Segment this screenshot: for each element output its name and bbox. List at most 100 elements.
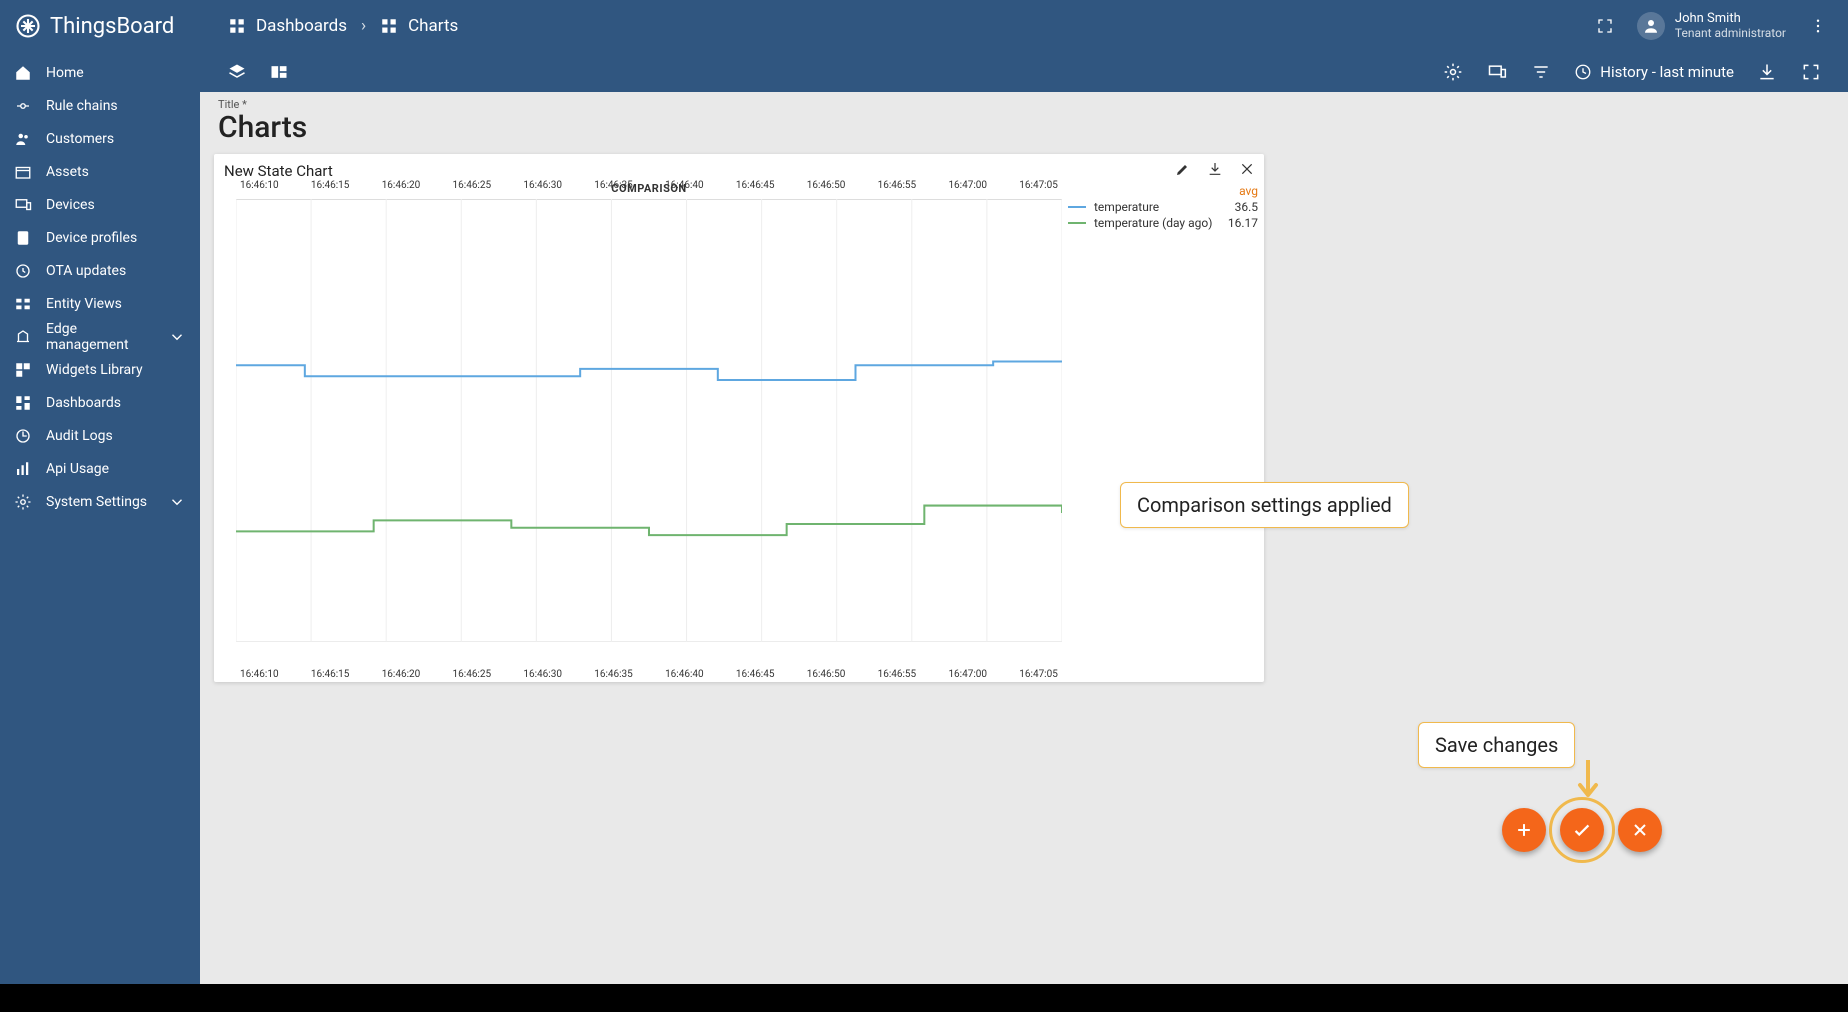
edge-icon bbox=[14, 328, 32, 346]
dashboards-icon bbox=[380, 17, 398, 35]
customers-icon bbox=[14, 130, 32, 148]
filter-icon[interactable] bbox=[1530, 61, 1552, 83]
bottom-black-bar bbox=[0, 984, 1848, 1012]
page-title[interactable]: Charts bbox=[218, 110, 307, 145]
save-fab[interactable] bbox=[1560, 808, 1604, 852]
sidebar-item-devices[interactable]: Devices bbox=[0, 188, 200, 221]
sidebar-item-home[interactable]: Home bbox=[0, 56, 200, 89]
sidebar-item-label: OTA updates bbox=[46, 263, 126, 279]
legend-swatch bbox=[1068, 222, 1086, 224]
sidebar-item-label: Device profiles bbox=[46, 230, 137, 246]
breadcrumb-root[interactable]: Dashboards bbox=[228, 16, 347, 36]
chart-area: COMPARISON 16:46:1016:46:1516:46:2016:46… bbox=[236, 182, 1062, 662]
user-role: Tenant administrator bbox=[1675, 26, 1786, 40]
settings-icon[interactable] bbox=[1442, 61, 1464, 83]
home-icon bbox=[14, 64, 32, 82]
sidebar-item-edge-management[interactable]: Edge management bbox=[0, 320, 200, 353]
fullscreen-icon[interactable] bbox=[1800, 61, 1822, 83]
sidebar-item-label: Widgets Library bbox=[46, 362, 143, 378]
legend-series-name: temperature (day ago) bbox=[1094, 216, 1212, 230]
sidebar-item-entity-views[interactable]: Entity Views bbox=[0, 287, 200, 320]
close-widget-icon[interactable] bbox=[1238, 160, 1256, 178]
arrow-icon bbox=[1573, 760, 1603, 810]
sidebar-item-audit-logs[interactable]: Audit Logs bbox=[0, 419, 200, 452]
chart-widget[interactable]: New State Chart COMPARISON 16:46:1016:46… bbox=[214, 154, 1264, 682]
add-widget-fab[interactable] bbox=[1502, 808, 1546, 852]
x-axis-labels-top: 16:46:1016:46:1516:46:2016:46:2516:46:30… bbox=[236, 180, 1062, 191]
assets-icon bbox=[14, 163, 32, 181]
sidebar: Home Rule chains Customers Assets Device… bbox=[0, 52, 200, 1012]
legend-series-name: temperature bbox=[1094, 200, 1159, 214]
sidebar-item-label: Edge management bbox=[46, 321, 154, 353]
sidebar-item-label: Audit Logs bbox=[46, 428, 113, 444]
chevron-down-icon bbox=[168, 328, 186, 346]
sidebar-item-label: Home bbox=[46, 65, 84, 81]
breadcrumb-current-label: Charts bbox=[408, 16, 458, 36]
legend-row[interactable]: temperature (day ago) 16.17 bbox=[1068, 216, 1258, 230]
sidebar-item-system-settings[interactable]: System Settings bbox=[0, 485, 200, 518]
sidebar-item-label: Customers bbox=[46, 131, 114, 147]
sidebar-item-ota-updates[interactable]: OTA updates bbox=[0, 254, 200, 287]
rule-chains-icon bbox=[14, 97, 32, 115]
widgets-icon bbox=[14, 361, 32, 379]
sidebar-item-label: System Settings bbox=[46, 494, 147, 510]
layers-icon[interactable] bbox=[226, 61, 248, 83]
chart-legend: avg temperature 36.5 temperature (day ag… bbox=[1068, 184, 1258, 232]
sidebar-item-api-usage[interactable]: Api Usage bbox=[0, 452, 200, 485]
breadcrumb-separator: › bbox=[361, 16, 366, 36]
chart-plot bbox=[236, 199, 1062, 649]
breadcrumb-current[interactable]: Charts bbox=[380, 16, 458, 36]
sidebar-item-label: Assets bbox=[46, 164, 89, 180]
app-header: ThingsBoard Dashboards › Charts John Smi… bbox=[0, 0, 1848, 52]
ota-icon bbox=[14, 262, 32, 280]
sidebar-item-rule-chains[interactable]: Rule chains bbox=[0, 89, 200, 122]
api-usage-icon bbox=[14, 460, 32, 478]
dashboard-toolbar: History - last minute bbox=[200, 52, 1848, 92]
dashboards-icon bbox=[14, 394, 32, 412]
legend-series-avg: 36.5 bbox=[1235, 200, 1258, 214]
breadcrumb-root-label: Dashboards bbox=[256, 16, 347, 36]
sidebar-item-dashboards[interactable]: Dashboards bbox=[0, 386, 200, 419]
fullscreen-icon[interactable] bbox=[1593, 14, 1617, 38]
time-window-label: History - last minute bbox=[1600, 63, 1734, 81]
sidebar-item-label: Dashboards bbox=[46, 395, 121, 411]
more-icon[interactable] bbox=[1806, 14, 1830, 38]
x-axis-labels-bottom: 16:46:1016:46:1516:46:2016:46:2516:46:30… bbox=[236, 669, 1062, 680]
callout-comparison-applied: Comparison settings applied bbox=[1120, 482, 1409, 528]
legend-avg-header: avg bbox=[1068, 184, 1258, 198]
sidebar-item-label: Api Usage bbox=[46, 461, 109, 477]
thingsboard-logo-icon bbox=[14, 12, 42, 40]
widget-title: New State Chart bbox=[224, 162, 333, 180]
legend-swatch bbox=[1068, 206, 1086, 208]
user-menu[interactable]: John Smith Tenant administrator bbox=[1637, 12, 1786, 40]
sidebar-item-label: Entity Views bbox=[46, 296, 122, 312]
cancel-fab[interactable] bbox=[1618, 808, 1662, 852]
legend-row[interactable]: temperature 36.5 bbox=[1068, 200, 1258, 214]
sidebar-item-widgets-library[interactable]: Widgets Library bbox=[0, 353, 200, 386]
devices-icon bbox=[14, 196, 32, 214]
legend-series-avg: 16.17 bbox=[1228, 216, 1258, 230]
app-name: ThingsBoard bbox=[50, 14, 174, 39]
sidebar-item-label: Devices bbox=[46, 197, 95, 213]
main-canvas: Title * Charts New State Chart COMPARISO… bbox=[200, 92, 1848, 1012]
sidebar-item-customers[interactable]: Customers bbox=[0, 122, 200, 155]
edit-widget-icon[interactable] bbox=[1174, 160, 1192, 178]
entity-alias-icon[interactable] bbox=[1486, 61, 1508, 83]
device-profiles-icon bbox=[14, 229, 32, 247]
sidebar-item-label: Rule chains bbox=[46, 98, 118, 114]
sidebar-item-device-profiles[interactable]: Device profiles bbox=[0, 221, 200, 254]
export-icon[interactable] bbox=[1756, 61, 1778, 83]
layout-icon[interactable] bbox=[268, 61, 290, 83]
app-logo[interactable]: ThingsBoard bbox=[0, 12, 200, 40]
entity-views-icon bbox=[14, 295, 32, 313]
audit-icon bbox=[14, 427, 32, 445]
breadcrumb: Dashboards › Charts bbox=[228, 16, 458, 36]
avatar-icon bbox=[1637, 12, 1665, 40]
callout-save-changes: Save changes bbox=[1418, 722, 1575, 768]
user-name: John Smith bbox=[1675, 12, 1786, 26]
sidebar-item-assets[interactable]: Assets bbox=[0, 155, 200, 188]
gear-icon bbox=[14, 493, 32, 511]
clock-icon bbox=[1574, 63, 1592, 81]
download-widget-icon[interactable] bbox=[1206, 160, 1224, 178]
time-window-button[interactable]: History - last minute bbox=[1574, 63, 1734, 81]
